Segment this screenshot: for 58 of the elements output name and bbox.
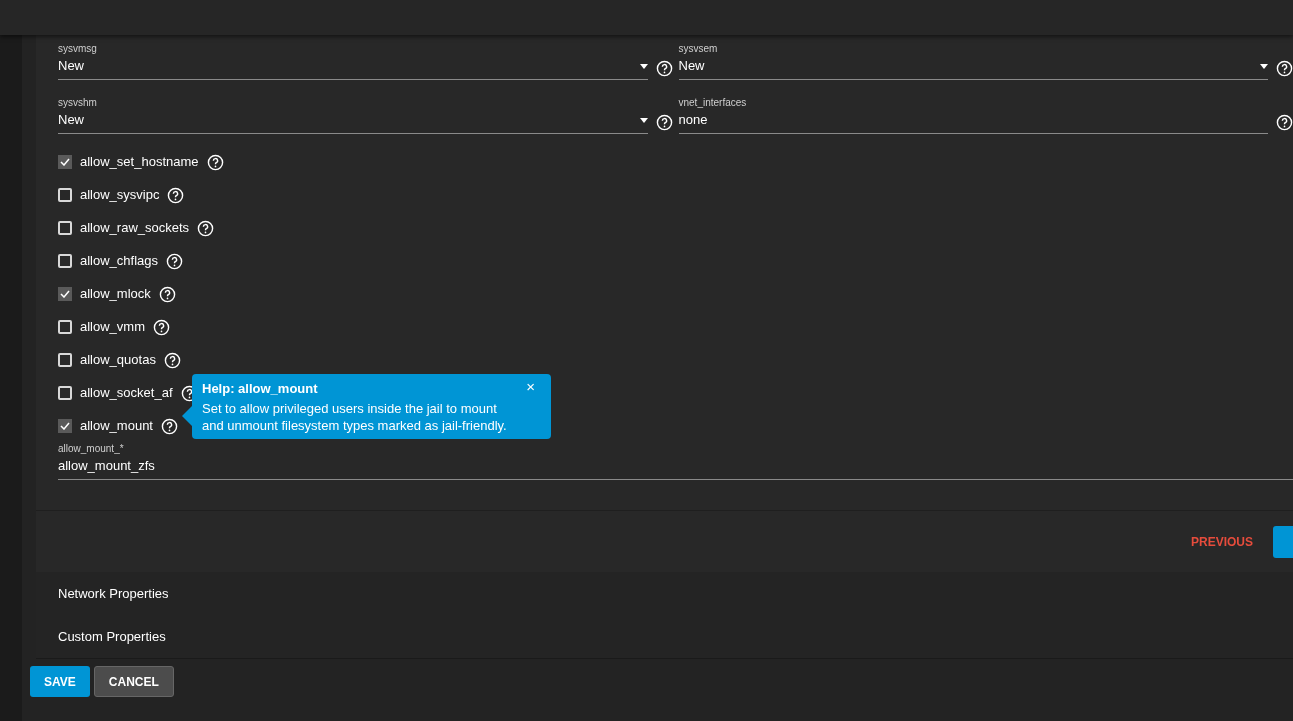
help-icon[interactable] bbox=[163, 351, 181, 369]
accordion-header[interactable]: Custom Properties bbox=[36, 615, 1293, 658]
field-value: New bbox=[58, 57, 84, 76]
help-icon[interactable] bbox=[161, 417, 178, 435]
help-icon[interactable] bbox=[655, 114, 673, 131]
field-label: sysvshm bbox=[58, 96, 98, 110]
checkbox-label: allow_sysvipc bbox=[80, 186, 160, 205]
help-icon[interactable] bbox=[166, 252, 184, 270]
checkbox[interactable] bbox=[58, 254, 72, 268]
checkbox[interactable] bbox=[58, 287, 72, 301]
checkbox[interactable] bbox=[58, 221, 72, 235]
field-label: vnet_interfaces bbox=[678, 96, 748, 110]
help-icon[interactable] bbox=[153, 318, 170, 336]
help-icon[interactable] bbox=[197, 219, 215, 237]
check-icon bbox=[60, 158, 70, 166]
dropdown-caret-icon bbox=[1260, 63, 1268, 69]
checkbox[interactable] bbox=[58, 419, 72, 433]
field-label: allow_mount_* bbox=[58, 442, 124, 456]
select-field[interactable]: sysvmsg New bbox=[58, 42, 648, 80]
previous-button[interactable]: PREVIOUS bbox=[1191, 532, 1253, 551]
help-icon[interactable] bbox=[1276, 114, 1293, 131]
checkbox[interactable] bbox=[58, 320, 72, 334]
field-value: allow_mount_zfs bbox=[58, 457, 155, 475]
checkbox-label: allow_vmm bbox=[80, 318, 145, 337]
check-icon bbox=[60, 422, 70, 430]
help-icon[interactable] bbox=[206, 153, 224, 171]
accordion-header[interactable]: Network Properties bbox=[36, 572, 1293, 615]
field-value: New bbox=[678, 57, 705, 76]
checkbox-label: allow_mlock bbox=[80, 285, 151, 304]
text-field[interactable]: vnet_interfaces none bbox=[678, 96, 1268, 134]
checkbox-label: allow_chflags bbox=[80, 252, 159, 271]
text-field[interactable]: allow_mount_* allow_mount_zfs bbox=[58, 442, 1293, 480]
field-label: sysvsem bbox=[678, 42, 719, 56]
help-icon[interactable] bbox=[158, 285, 176, 303]
dropdown-caret-icon bbox=[639, 63, 648, 69]
checkbox-label: allow_set_hostname bbox=[80, 153, 199, 172]
help-icon[interactable] bbox=[1276, 60, 1293, 77]
checkbox-label: allow_quotas bbox=[80, 351, 156, 370]
next-button[interactable] bbox=[1273, 525, 1293, 558]
field-label: sysvmsg bbox=[58, 42, 98, 56]
checkbox-label: allow_socket_af bbox=[80, 384, 173, 403]
select-field[interactable]: sysvshm New bbox=[58, 96, 648, 134]
checkbox[interactable] bbox=[58, 188, 72, 202]
dropdown-caret-icon bbox=[639, 117, 648, 123]
checkbox[interactable] bbox=[58, 386, 72, 400]
checkbox[interactable] bbox=[58, 155, 72, 169]
check-icon bbox=[60, 290, 70, 298]
checkbox[interactable] bbox=[58, 353, 72, 367]
cancel-button[interactable]: CANCEL bbox=[93, 666, 174, 697]
help-icon[interactable] bbox=[655, 60, 673, 77]
tooltip-text: Set to allow privileged users inside the jail to mount and unmount filesystem types marked as jail-friendly. bbox=[202, 399, 508, 434]
field-value: none bbox=[678, 111, 708, 130]
tooltip-title: Help: allow_mount bbox=[202, 380, 318, 398]
select-field[interactable]: sysvsem New bbox=[678, 42, 1268, 80]
checkbox-label: allow_mount bbox=[80, 417, 153, 436]
field-value: New bbox=[58, 111, 84, 130]
checkbox-label: allow_raw_sockets bbox=[80, 219, 190, 238]
help-icon[interactable] bbox=[167, 186, 185, 204]
